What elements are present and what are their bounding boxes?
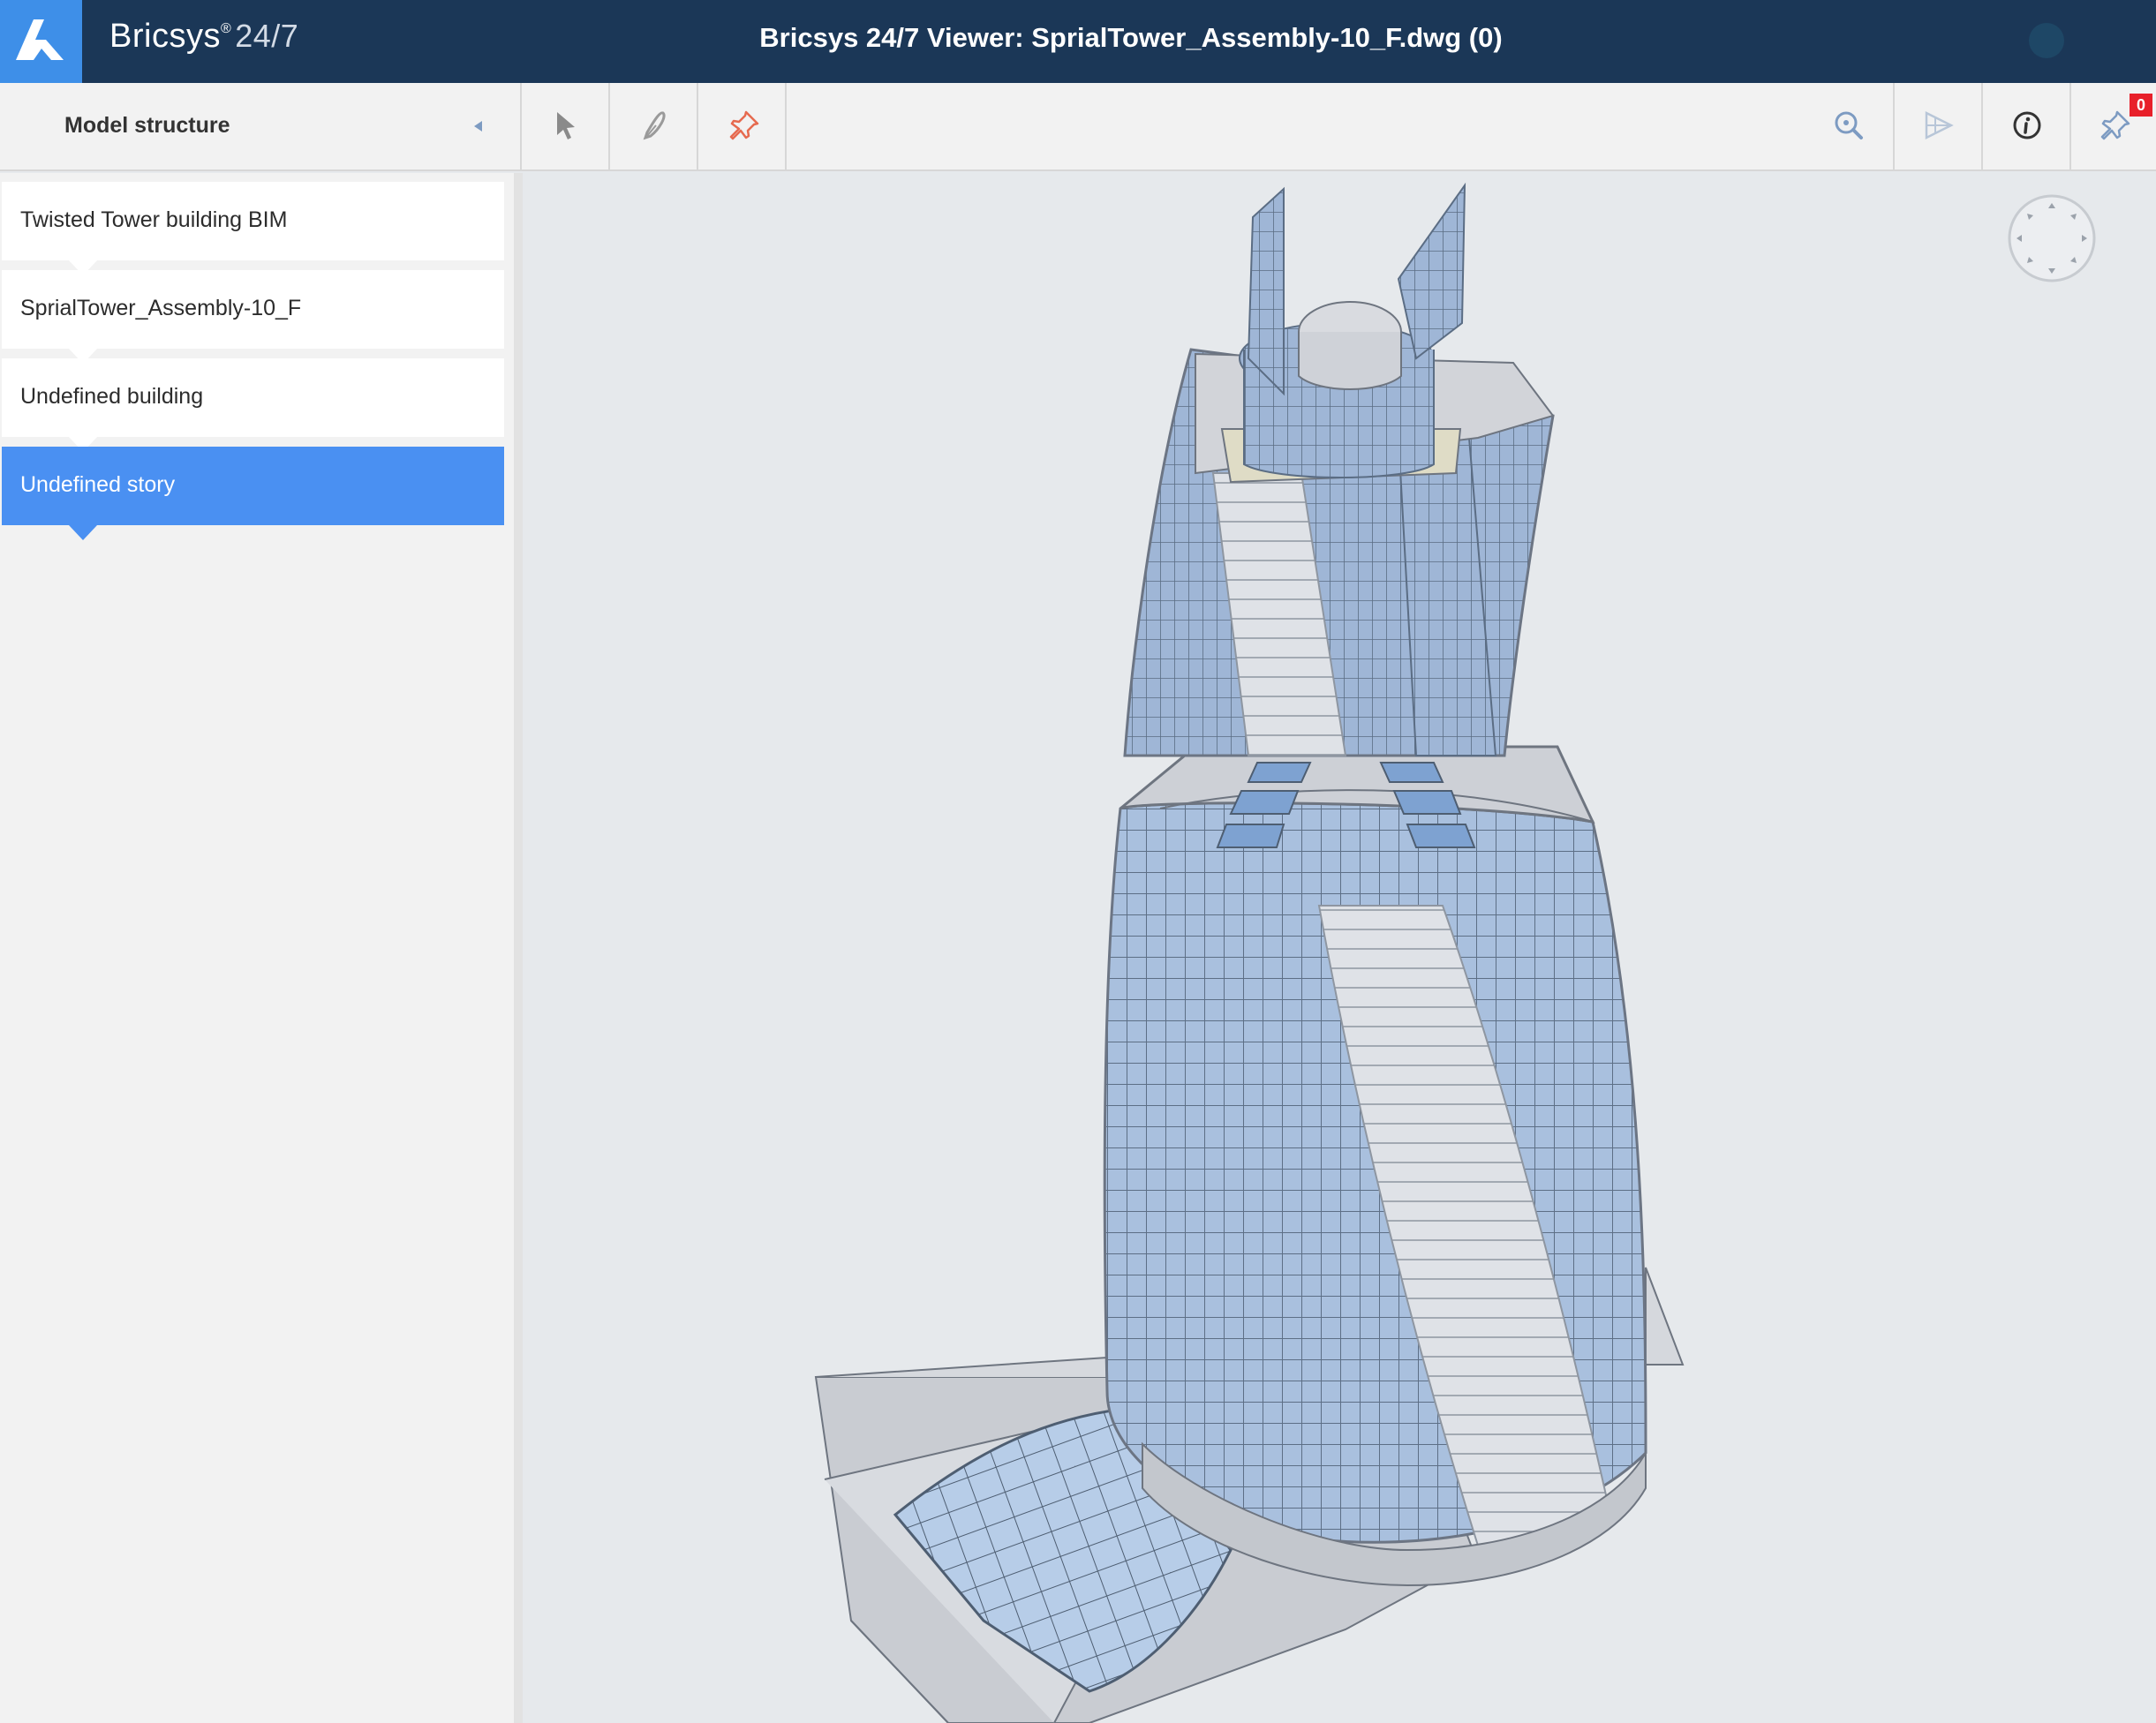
tree-item-building[interactable]: Undefined building xyxy=(2,358,504,452)
tree-item-label: Twisted Tower building BIM xyxy=(20,207,288,232)
pin-count-badge: 0 xyxy=(2130,94,2152,117)
section-plane-icon xyxy=(1925,110,1954,140)
pin-list-icon xyxy=(2100,110,2130,140)
tree-item-label: SprialTower_Assembly-10_F xyxy=(20,296,302,320)
markup-pen-icon xyxy=(643,111,666,140)
pin-icon xyxy=(729,110,759,140)
zoom-icon xyxy=(1835,111,1863,139)
tree-item-twisted-tower[interactable]: Twisted Tower building BIM xyxy=(2,182,504,275)
markup-tool-button[interactable] xyxy=(610,83,698,169)
tree-item-label: Undefined building xyxy=(20,384,204,409)
collapse-panel-button[interactable] xyxy=(464,109,491,143)
pin-list-button[interactable]: 0 xyxy=(2069,83,2156,169)
pin-tool-button[interactable] xyxy=(698,83,787,169)
model-structure-panel: Twisted Tower building BIM SprialTower_A… xyxy=(0,173,523,1723)
info-button[interactable] xyxy=(1981,83,2069,169)
model-structure-title: Model structure xyxy=(64,113,230,138)
section-plane-button[interactable] xyxy=(1893,83,1981,169)
navigation-compass[interactable] xyxy=(2006,192,2098,289)
tree-item-assembly[interactable]: SprialTower_Assembly-10_F xyxy=(2,270,504,364)
tree-item-label: Undefined story xyxy=(20,472,176,497)
collapse-left-icon xyxy=(474,121,482,132)
select-tool-button[interactable] xyxy=(522,83,610,169)
info-icon xyxy=(2013,111,2041,139)
toolbar: Model structure 0 xyxy=(0,83,2156,171)
page-title: Bricsys 24/7 Viewer: SprialTower_Assembl… xyxy=(759,22,1503,53)
tower-model xyxy=(814,182,1685,1723)
model-structure-header: Model structure xyxy=(0,83,522,169)
select-arrow-icon xyxy=(557,112,575,139)
tree-connector xyxy=(69,525,97,540)
tree-item-story[interactable]: Undefined story xyxy=(2,447,504,540)
app-header: Bricsys® 24/7 Bricsys 24/7 Viewer: Sprial… xyxy=(0,0,2156,83)
user-avatar[interactable] xyxy=(2029,23,2064,58)
3d-viewport[interactable] xyxy=(524,173,2156,1723)
zoom-button[interactable] xyxy=(1805,83,1893,169)
compass-icon xyxy=(2008,194,2096,282)
